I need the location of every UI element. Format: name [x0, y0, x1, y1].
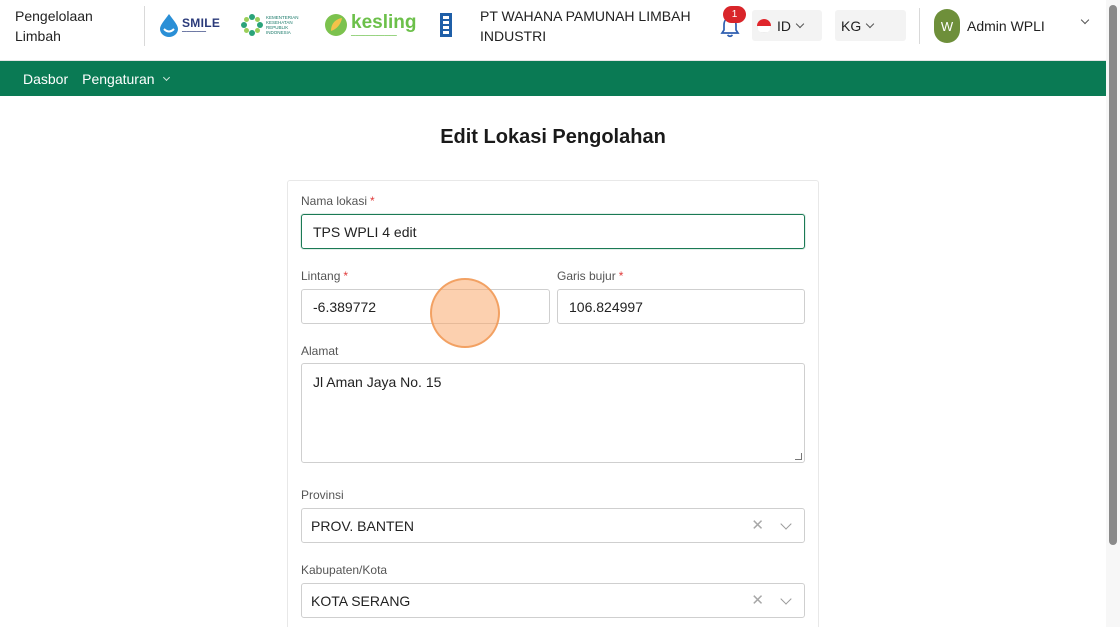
main-nav: Dasbor Pengaturan [0, 61, 1106, 96]
smile-logo-text: SMILE [182, 15, 221, 30]
user-menu-chevron-down-icon[interactable] [1080, 15, 1090, 25]
alamat-label: Alamat [301, 344, 339, 358]
user-menu[interactable]: W Admin WPLI [934, 9, 1045, 43]
resize-handle-icon[interactable] [795, 453, 802, 460]
click-indicator [430, 278, 500, 348]
chevron-down-icon [865, 19, 875, 28]
indonesia-flag-icon [757, 18, 771, 33]
kesling-logo-subtext: ━━━━━━━━━━━━━━━━━━━ [351, 32, 397, 38]
language-value: ID [777, 17, 791, 34]
edit-location-form: Nama lokasi * TPS WPLI 4 edit Lintang * -6… [287, 180, 819, 627]
nav-item-dasbor[interactable]: Dasbor [23, 71, 68, 87]
smile-drop-icon [160, 14, 178, 37]
garis-bujur-input[interactable]: 106.824997 [557, 289, 805, 324]
company-name: PT WAHANA PAMUNAH LIMBAH INDUSTRI [480, 8, 691, 44]
lintang-value: -6.389772 [313, 298, 377, 315]
lintang-label: Lintang * [301, 269, 349, 283]
chevron-down-icon [795, 19, 805, 28]
language-select[interactable]: ID [752, 10, 822, 41]
required-marker: * [370, 194, 375, 208]
smile-logo: SMILE ━━━━━━━━━━ [158, 13, 220, 37]
notification-badge: 1 [723, 6, 746, 23]
kesling-logo: kesling ━━━━━━━━━━━━━━━━━━━ [324, 12, 416, 38]
nama-lokasi-input[interactable]: TPS WPLI 4 edit [301, 214, 805, 249]
unit-value: KG [841, 17, 862, 34]
required-marker: * [618, 269, 624, 283]
kabupaten-label: Kabupaten/Kota [301, 563, 388, 577]
nav-item-label: Pengaturan [82, 70, 155, 87]
nav-item-label: Dasbor [23, 70, 69, 87]
undp-logo [440, 13, 452, 37]
kabupaten-value: KOTA SERANG [311, 592, 411, 609]
chevron-down-icon[interactable] [780, 518, 792, 530]
nav-item-pengaturan[interactable]: Pengaturan [82, 70, 170, 87]
provinsi-value: PROV. BANTEN [311, 517, 414, 534]
unit-select[interactable]: KG [835, 10, 906, 41]
header-divider [144, 6, 145, 46]
top-header: Pengelolaan Limbah SMILE ━━━━━━━━━━ KEME… [0, 0, 1106, 61]
app-title[interactable]: Pengelolaan Limbah [15, 6, 125, 46]
nama-lokasi-value: TPS WPLI 4 edit [313, 223, 417, 240]
nama-lokasi-label: Nama lokasi * [301, 194, 375, 208]
clear-icon[interactable]: ✕ [751, 593, 764, 608]
kesling-logo-text: kesling [351, 11, 417, 33]
page-title: Edit Lokasi Pengolahan [440, 126, 666, 148]
kemenkes-logo-text: KEMENTERIAN KESEHATAN REPUBLIK INDONESIA [266, 15, 299, 35]
lintang-input[interactable]: -6.389772 [301, 289, 550, 324]
page-scrollbar[interactable] [1106, 0, 1120, 627]
provinsi-label: Provinsi [301, 488, 344, 502]
clear-icon[interactable]: ✕ [751, 518, 764, 533]
kemenkes-logo: KEMENTERIAN KESEHATAN REPUBLIK INDONESIA [241, 13, 300, 37]
scrollbar-thumb[interactable] [1109, 5, 1117, 545]
kabupaten-select[interactable]: KOTA SERANG ✕ [301, 583, 805, 618]
alamat-textarea[interactable]: Jl Aman Jaya No. 15 [301, 363, 805, 463]
alamat-value: Jl Aman Jaya No. 15 [313, 374, 442, 390]
avatar: W [934, 9, 960, 43]
garis-bujur-label: Garis bujur * [557, 269, 624, 283]
user-name: Admin WPLI [967, 18, 1045, 34]
provinsi-select[interactable]: PROV. BANTEN ✕ [301, 508, 805, 543]
header-divider [919, 8, 920, 44]
required-marker: * [343, 269, 349, 283]
garis-bujur-value: 106.824997 [569, 298, 643, 315]
kesling-leaf-icon [325, 14, 347, 36]
chevron-down-icon [162, 73, 170, 81]
chevron-down-icon[interactable] [780, 593, 792, 605]
kemenkes-emblem-icon [241, 14, 263, 36]
